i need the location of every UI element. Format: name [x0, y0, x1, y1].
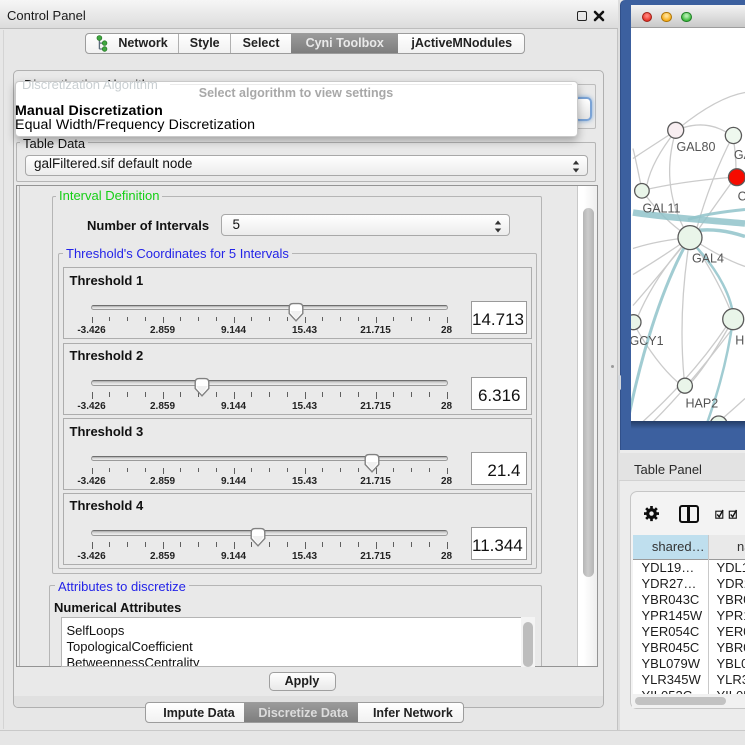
svg-text:GA: GA — [734, 148, 745, 162]
svg-text:GAL11: GAL11 — [643, 201, 681, 215]
svg-text:C: C — [738, 189, 745, 203]
svg-text:GAL4: GAL4 — [692, 251, 724, 265]
svg-text:HAP2: HAP2 — [686, 396, 719, 410]
svg-text:GCY1: GCY1 — [631, 334, 664, 348]
svg-text:GAL80: GAL80 — [677, 140, 716, 154]
svg-text:H: H — [735, 333, 744, 347]
